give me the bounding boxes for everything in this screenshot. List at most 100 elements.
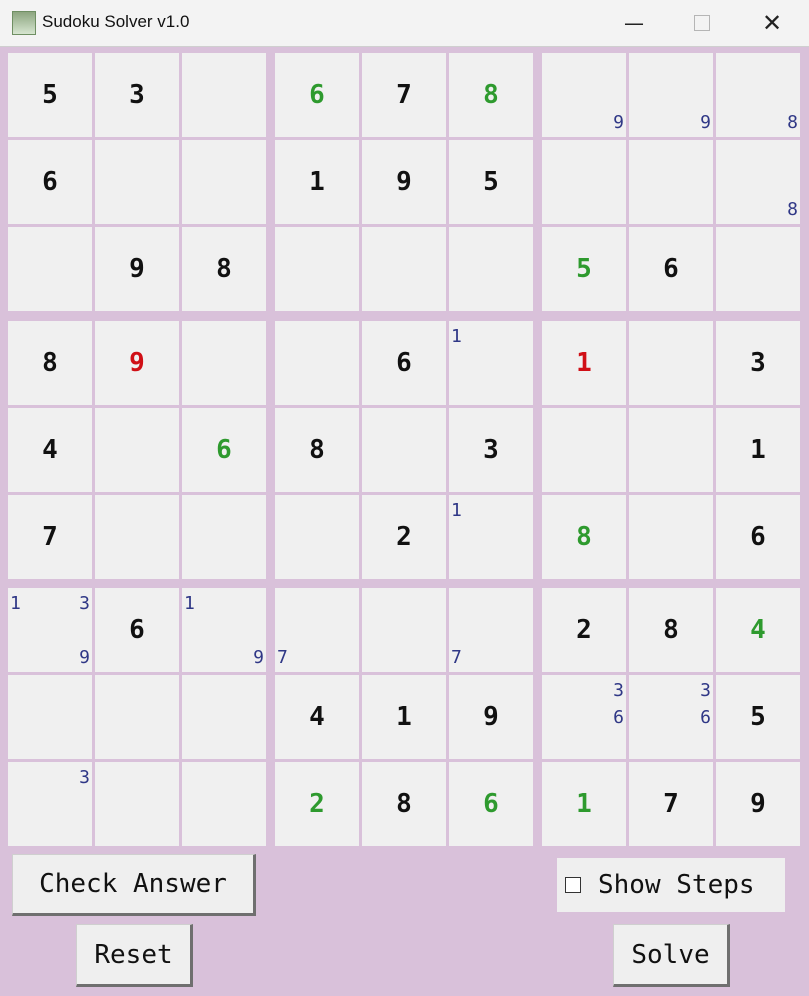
sudoku-cell[interactable]: 2	[542, 588, 626, 672]
sudoku-cell[interactable]: 1	[542, 762, 626, 846]
sudoku-cell[interactable]	[275, 495, 359, 579]
sudoku-cell[interactable]: 9	[95, 227, 179, 311]
minimize-button[interactable]: —	[598, 0, 670, 46]
sudoku-cell[interactable]: 7	[8, 495, 92, 579]
pencil-mark: 6	[700, 707, 711, 728]
sudoku-cell[interactable]	[182, 140, 266, 224]
sudoku-cell[interactable]: 3	[8, 762, 92, 846]
sudoku-cell[interactable]	[182, 762, 266, 846]
sudoku-cell[interactable]: 2	[362, 495, 446, 579]
sudoku-cell[interactable]: 6	[449, 762, 533, 846]
show-steps-checkbox[interactable]	[565, 877, 581, 893]
sudoku-cell[interactable]: 7	[362, 53, 446, 137]
sudoku-cell[interactable]: 5	[716, 675, 800, 759]
cell-value: 4	[309, 702, 325, 732]
sudoku-cell[interactable]: 3	[449, 408, 533, 492]
sudoku-cell[interactable]: 9	[716, 762, 800, 846]
sudoku-cell[interactable]: 4	[275, 675, 359, 759]
sudoku-cell[interactable]: 1	[275, 140, 359, 224]
cell-value: 7	[42, 522, 58, 552]
sudoku-cell[interactable]: 6	[95, 588, 179, 672]
sudoku-cell[interactable]	[629, 495, 713, 579]
sudoku-cell[interactable]: 6	[629, 227, 713, 311]
sudoku-cell[interactable]: 4	[716, 588, 800, 672]
sudoku-cell[interactable]	[182, 675, 266, 759]
sudoku-cell[interactable]: 8	[449, 53, 533, 137]
sudoku-cell[interactable]	[95, 495, 179, 579]
sudoku-cell[interactable]: 1	[716, 408, 800, 492]
sudoku-cell[interactable]: 6	[182, 408, 266, 492]
sudoku-cell[interactable]: 8	[275, 408, 359, 492]
sudoku-cell[interactable]: 9	[362, 140, 446, 224]
sudoku-cell[interactable]: 8	[182, 227, 266, 311]
sudoku-cell[interactable]: 6	[8, 140, 92, 224]
sudoku-cell[interactable]	[542, 408, 626, 492]
check-answer-button[interactable]: Check Answer	[12, 854, 256, 916]
sudoku-cell[interactable]: 6	[362, 321, 446, 405]
close-button[interactable]: ✕	[736, 0, 808, 46]
sudoku-cell[interactable]	[95, 675, 179, 759]
sudoku-cell[interactable]: 5	[8, 53, 92, 137]
sudoku-cell[interactable]: 8	[8, 321, 92, 405]
sudoku-cell[interactable]	[362, 227, 446, 311]
cell-value	[362, 227, 446, 311]
sudoku-cell[interactable]: 5	[449, 140, 533, 224]
sudoku-cell[interactable]: 2	[275, 762, 359, 846]
sudoku-cell[interactable]: 9	[95, 321, 179, 405]
sudoku-cell[interactable]: 8	[629, 588, 713, 672]
sudoku-cell[interactable]	[182, 495, 266, 579]
sudoku-cell[interactable]: 4	[8, 408, 92, 492]
sudoku-cell[interactable]	[629, 321, 713, 405]
sudoku-cell[interactable]: 1	[449, 321, 533, 405]
sudoku-cell[interactable]	[629, 408, 713, 492]
sudoku-cell[interactable]	[95, 762, 179, 846]
sudoku-cell[interactable]: 9	[449, 675, 533, 759]
maximize-icon	[694, 15, 710, 31]
pencil-mark: 7	[277, 647, 288, 668]
sudoku-cell[interactable]: 1 3 9	[8, 588, 92, 672]
cell-value	[275, 495, 359, 579]
sudoku-cell[interactable]: 36	[542, 675, 626, 759]
sudoku-cell[interactable]: 8	[716, 53, 800, 137]
cell-value: 8	[663, 615, 679, 645]
reset-button[interactable]: Reset	[76, 924, 193, 987]
sudoku-cell[interactable]	[542, 140, 626, 224]
sudoku-cell[interactable]: 6	[275, 53, 359, 137]
sudoku-cell[interactable]	[182, 321, 266, 405]
sudoku-cell[interactable]	[362, 408, 446, 492]
sudoku-cell[interactable]: 8	[542, 495, 626, 579]
sudoku-cell[interactable]: 6	[716, 495, 800, 579]
sudoku-cell[interactable]	[275, 321, 359, 405]
show-steps-toggle[interactable]: Show Steps	[557, 858, 785, 912]
sudoku-cell[interactable]: 1	[449, 495, 533, 579]
sudoku-cell[interactable]	[8, 227, 92, 311]
sudoku-cell[interactable]	[275, 227, 359, 311]
sudoku-cell[interactable]: 8	[362, 762, 446, 846]
sudoku-cell[interactable]	[95, 408, 179, 492]
sudoku-cell[interactable]	[95, 140, 179, 224]
sudoku-cell[interactable]: 3	[95, 53, 179, 137]
sudoku-cell[interactable]: 9	[542, 53, 626, 137]
sudoku-cell[interactable]: 7	[275, 588, 359, 672]
cell-value	[95, 762, 179, 846]
sudoku-cell[interactable]: 1	[362, 675, 446, 759]
sudoku-cell[interactable]: 1	[542, 321, 626, 405]
sudoku-cell[interactable]: 19	[182, 588, 266, 672]
sudoku-cell[interactable]	[362, 588, 446, 672]
sudoku-cell[interactable]	[449, 227, 533, 311]
solve-button[interactable]: Solve	[613, 924, 730, 987]
sudoku-cell[interactable]: 9	[629, 53, 713, 137]
cell-value: 1	[576, 789, 592, 819]
sudoku-cell[interactable]	[716, 227, 800, 311]
maximize-button[interactable]	[666, 0, 738, 46]
sudoku-cell[interactable]: 8	[716, 140, 800, 224]
sudoku-cell[interactable]	[8, 675, 92, 759]
sudoku-cell[interactable]: 36	[629, 675, 713, 759]
sudoku-cell[interactable]: 7	[629, 762, 713, 846]
cell-value: 3	[129, 80, 145, 110]
sudoku-cell[interactable]: 5	[542, 227, 626, 311]
sudoku-cell[interactable]	[182, 53, 266, 137]
sudoku-cell[interactable]: 7	[449, 588, 533, 672]
sudoku-cell[interactable]	[629, 140, 713, 224]
sudoku-cell[interactable]: 3	[716, 321, 800, 405]
